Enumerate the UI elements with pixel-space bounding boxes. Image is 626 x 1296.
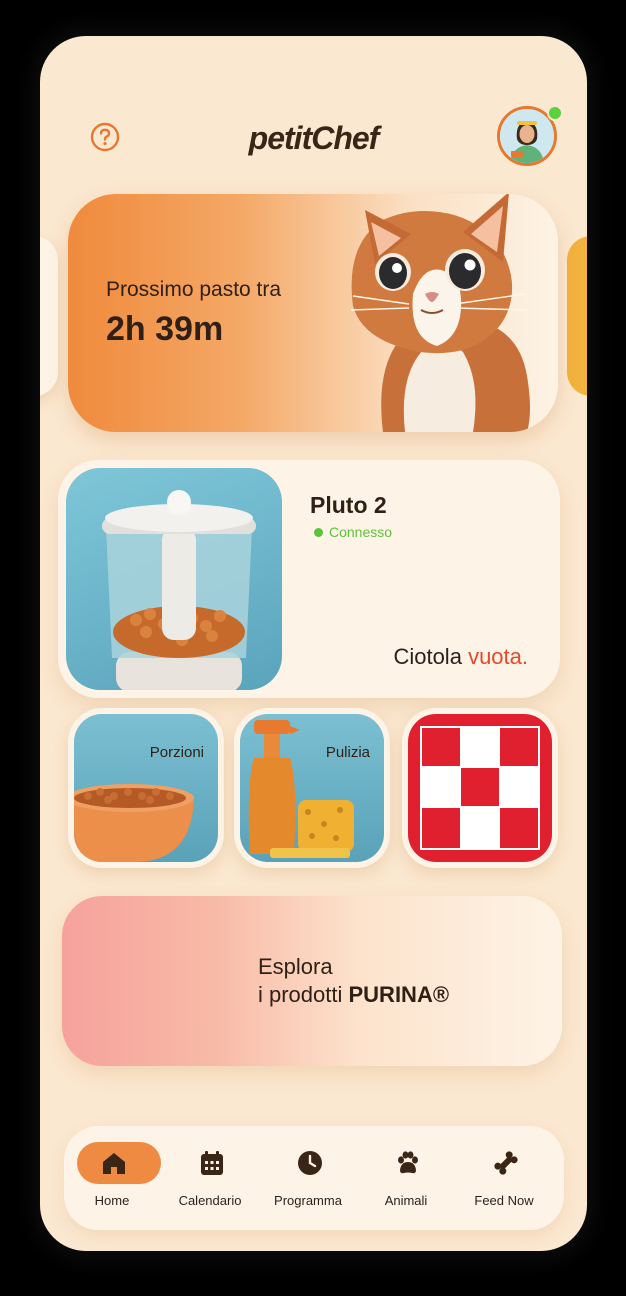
tile-portions[interactable]: Porzioni (68, 708, 224, 868)
tile-cleaning[interactable]: Pulizia (234, 708, 390, 868)
tile-purina[interactable] (402, 708, 558, 868)
tile-cleaning-label: Pulizia (325, 744, 370, 761)
carousel-prev-card[interactable] (40, 236, 58, 396)
food-dispenser-illustration (102, 490, 256, 690)
tab-feed-now-label: Feed Now (474, 1193, 534, 1208)
connection-status-label: Connesso (329, 524, 393, 540)
promo-line2: i prodotti PURINA® (258, 982, 449, 1008)
clock-icon (298, 1151, 322, 1175)
carousel-next-card[interactable] (567, 236, 587, 396)
next-meal-countdown: 2h 39m (106, 310, 224, 348)
food-bowl-illustration (74, 784, 194, 862)
cleaning-spray-illustration (248, 720, 354, 858)
bone-icon (494, 1151, 518, 1175)
person-illustration (500, 109, 554, 163)
bowl-status-state: vuota. (468, 644, 528, 669)
promo-line2-prefix: i prodotti (258, 982, 349, 1007)
tab-schedule[interactable]: Programma (260, 1126, 356, 1230)
tab-calendar[interactable]: Calendario (162, 1126, 258, 1230)
promo-line1: Esplora (258, 954, 333, 979)
paw-icon (398, 1151, 418, 1174)
purina-checkerboard-logo (420, 726, 540, 850)
next-meal-label: Prossimo pasto tra (106, 278, 282, 301)
tab-home[interactable]: Home (64, 1126, 161, 1230)
device-name: Pluto 2 (310, 492, 387, 518)
next-meal-card[interactable]: Prossimo pasto tra 2h 39m (68, 194, 558, 432)
tab-feed-now[interactable]: Feed Now (456, 1126, 552, 1230)
cat-illustration (350, 194, 530, 432)
promo-brand: PURINA® (348, 982, 450, 1007)
phone-screen: petitChef Prossimo pasto tra 2h 39m Plut… (40, 36, 587, 1251)
tile-portions-label: Porzioni (149, 744, 204, 761)
feeder-device-card[interactable]: Pluto 2 Connesso Ciotola vuota. (58, 460, 560, 698)
online-indicator (547, 105, 563, 121)
tab-animals[interactable]: Animali (358, 1126, 454, 1230)
header: petitChef (40, 36, 587, 186)
connected-dot (314, 527, 323, 537)
bowl-status: Ciotola vuota. (393, 644, 528, 670)
calendar-icon (201, 1151, 223, 1175)
connection-status: Connesso (314, 524, 392, 540)
feeder-image (66, 468, 282, 690)
bowl-status-label: Ciotola (393, 644, 462, 669)
bottom-tab-bar: Home Calendario Programma Animali Feed N… (64, 1126, 564, 1230)
purina-promo-banner[interactable]: Esplora i prodotti PURINA® (62, 896, 562, 1066)
home-icon (103, 1153, 125, 1174)
